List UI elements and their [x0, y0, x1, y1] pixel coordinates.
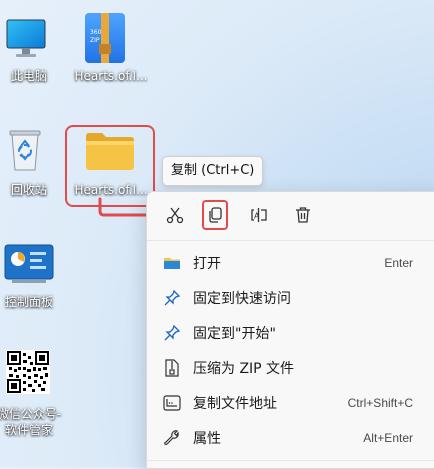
menu-item-compress-zip[interactable]: 压缩为 ZIP 文件 — [147, 351, 434, 385]
zip-archive-icon[interactable]: 360 ZIP — [84, 12, 126, 64]
menu-item-copy-path[interactable]: 复制文件地址 Ctrl+Shift+C — [147, 386, 434, 420]
zip-icon — [163, 359, 181, 377]
delete-button[interactable] — [290, 202, 316, 228]
svg-text:A: A — [254, 212, 260, 221]
cut-button[interactable] — [162, 202, 188, 228]
menu-item-label: 固定到快速访问 — [193, 291, 291, 307]
copy-tooltip: 复制 (Ctrl+C) — [162, 156, 264, 186]
trash-icon — [296, 207, 310, 223]
menu-item-label: 复制文件地址 — [193, 396, 277, 412]
qr-code-icon[interactable] — [6, 350, 50, 394]
svg-text:360: 360 — [90, 29, 102, 36]
menu-item-shortcut: Ctrl+Shift+C — [347, 396, 413, 410]
menu-item-pin-quick-access[interactable]: 固定到快速访问 — [147, 281, 434, 315]
wrench-icon — [163, 429, 181, 447]
zip-archive-label: Hearts.of.I... — [74, 69, 148, 83]
copy-highlight-box — [202, 200, 228, 230]
menu-divider — [147, 240, 434, 241]
rename-icon: A — [251, 208, 267, 222]
menu-item-shortcut: Alt+Enter — [363, 431, 413, 445]
menu-item-properties[interactable]: 属性 Alt+Enter — [147, 421, 434, 455]
menu-item-label: 打开 — [193, 256, 221, 272]
menu-item-pin-start[interactable]: 固定到"开始" — [147, 316, 434, 350]
control-panel-label: 控制面板 — [4, 295, 53, 309]
recycle-bin-icon[interactable] — [8, 128, 42, 172]
folder-icon — [163, 254, 181, 272]
menu-item-label: 属性 — [193, 431, 221, 447]
path-icon — [163, 394, 181, 412]
svg-text:ZIP: ZIP — [90, 37, 100, 44]
context-menu-toolbar: A — [147, 192, 434, 238]
recycle-bin-label: 回收站 — [10, 183, 47, 197]
qr-label-line1: 微信公众号- — [0, 407, 62, 421]
this-pc-label: 此电脑 — [10, 69, 47, 83]
control-panel-icon[interactable] — [4, 244, 54, 284]
context-menu: A 打开 Enter 固定到快速访问 固定到"开始" 压缩为 ZIP 文件 复制… — [146, 191, 434, 469]
qr-label-line2: 软件管家 — [4, 423, 53, 437]
menu-divider — [147, 460, 434, 461]
rename-button[interactable]: A — [246, 202, 272, 228]
this-pc-icon[interactable] — [6, 18, 46, 62]
menu-item-open[interactable]: 打开 Enter — [147, 246, 434, 280]
menu-item-label: 固定到"开始" — [193, 326, 276, 342]
scissors-icon — [166, 207, 184, 224]
pin-icon — [163, 324, 181, 342]
menu-item-label: 压缩为 ZIP 文件 — [193, 361, 295, 377]
menu-item-shortcut: Enter — [384, 256, 413, 270]
pin-icon — [163, 289, 181, 307]
